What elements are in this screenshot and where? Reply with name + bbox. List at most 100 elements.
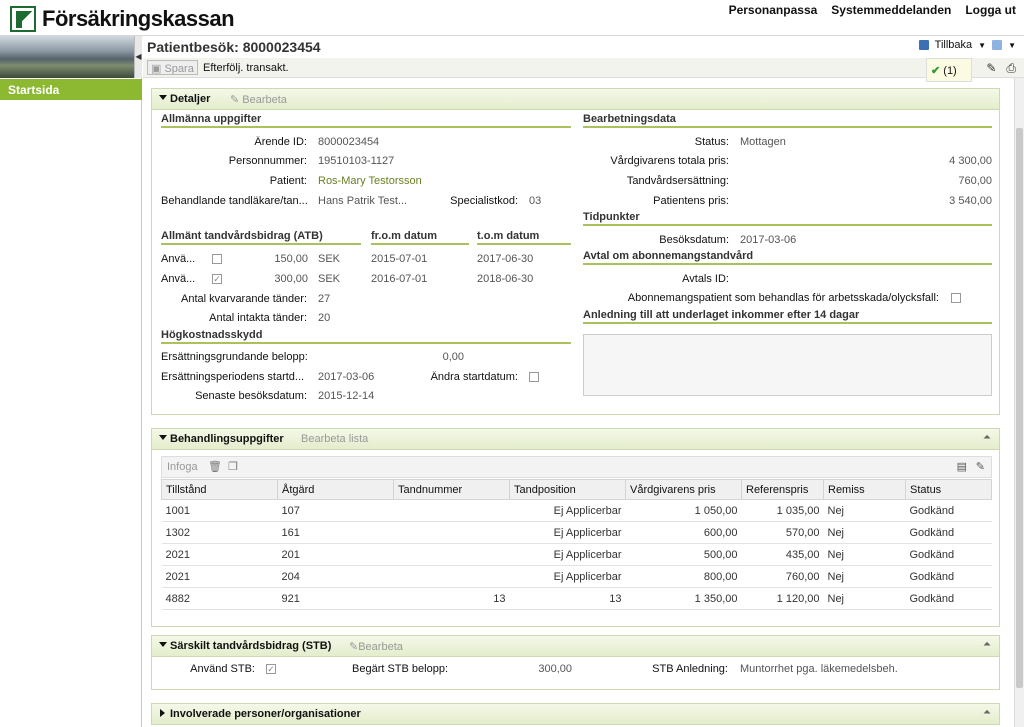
atb-row1-from: 2015-07-01 xyxy=(371,253,428,265)
landscape-banner xyxy=(0,36,134,78)
toolbar: ▣ Spara Efterfölj. transakt. ✔ (1) ✎ ⎙ xyxy=(143,58,1024,82)
patient-link[interactable]: Ros-Mary Testorsson xyxy=(318,175,422,187)
change-startdate-label: Ändra startdatum: xyxy=(430,371,518,383)
hks-start-value: 2017-03-06 xyxy=(318,371,375,383)
stb-title: Särskilt tandvårdsbidrag (STB) xyxy=(170,640,332,652)
delete-icon[interactable]: 🗑 xyxy=(208,460,222,473)
edit-label: Bearbeta xyxy=(358,641,403,653)
table-row[interactable]: 1302 161 Ej Applicerbar 600,00 570,00 Ne… xyxy=(161,521,992,544)
col-atgard[interactable]: Åtgärd xyxy=(277,479,394,500)
cell: Godkänd xyxy=(905,543,992,566)
scrollbar-thumb[interactable] xyxy=(1016,128,1023,688)
change-startdate-checkbox[interactable] xyxy=(529,372,539,382)
involved-panel-header[interactable]: Involverade personer/organisationer ⏶ xyxy=(152,704,999,725)
collapse-triangle-icon[interactable] xyxy=(159,435,167,440)
involved-title: Involverade personer/organisationer xyxy=(170,708,361,720)
table-header-row: Tillstånd Åtgärd Tandnummer Tandposition… xyxy=(161,479,992,500)
details-panel: Detaljer ✎ Bearbeta Allmänna uppgifter Ä… xyxy=(151,88,1000,415)
last-visit-value: 2015-12-14 xyxy=(318,390,375,402)
print-icon[interactable]: ⎙ xyxy=(1006,61,1016,76)
atb-row1-amount: 150,00 xyxy=(274,253,308,265)
tools-icon[interactable]: ✎ xyxy=(986,61,996,76)
back-button[interactable]: Tillbaka xyxy=(935,39,973,51)
atb-row2-currency: SEK xyxy=(318,273,341,285)
pnr-value: 19510103-1127 xyxy=(318,155,395,167)
cell: 570,00 xyxy=(741,521,824,544)
cell: 201 xyxy=(277,543,394,566)
forward-icon[interactable] xyxy=(992,40,1003,50)
atb-row2-from: 2016-07-01 xyxy=(371,273,428,285)
chevron-down-icon[interactable]: ▼ xyxy=(1008,41,1016,50)
table-row[interactable]: 2021 201 Ej Applicerbar 500,00 435,00 Ne… xyxy=(161,543,992,566)
col-status[interactable]: Status xyxy=(905,479,992,500)
spec-value: 03 xyxy=(529,195,542,207)
collapse-triangle-icon[interactable] xyxy=(159,95,167,100)
stb-panel-header[interactable]: Särskilt tandvårdsbidrag (STB) ✎Bearbeta… xyxy=(152,636,999,657)
late-reason-textarea[interactable] xyxy=(583,334,992,396)
atb-row1-currency: SEK xyxy=(318,253,341,265)
collapse-triangle-icon[interactable] xyxy=(159,642,167,647)
personanpassa-link[interactable]: Personanpassa xyxy=(729,3,818,17)
expand-triangle-icon[interactable] xyxy=(160,709,165,717)
pencil-icon: ✎ xyxy=(230,94,240,106)
compensation-value: 760,00 xyxy=(958,175,992,187)
cell: 500,00 xyxy=(625,543,742,566)
atb-row1-checkbox[interactable] xyxy=(212,254,222,264)
edit-list-button[interactable]: Bearbeta lista xyxy=(301,433,368,445)
cell xyxy=(393,543,510,566)
col-tillstand[interactable]: Tillstånd xyxy=(161,479,278,500)
settings-wrench-icon[interactable]: ✎ xyxy=(976,460,985,473)
save-button[interactable]: ▣ Spara xyxy=(147,60,198,75)
chevron-down-icon[interactable]: ▼ xyxy=(978,41,986,50)
vertical-scrollbar[interactable] xyxy=(1014,78,1024,727)
pnr-label: Personnummer: xyxy=(228,155,307,167)
export-icon[interactable]: ▤ xyxy=(957,460,967,473)
agreement-id-label: Avtals ID: xyxy=(682,273,729,285)
insert-button[interactable]: Infoga xyxy=(167,461,198,473)
col-referenspris[interactable]: Referenspris xyxy=(741,479,824,500)
pencil-icon: ✎ xyxy=(349,641,359,653)
remaining-teeth-label: Antal kvarvarande tänder: xyxy=(181,293,307,305)
spec-label: Specialistkod: xyxy=(450,195,518,207)
table-row[interactable]: 4882 921 13 13 1 350,00 1 120,00 Nej God… xyxy=(161,587,992,610)
collapse-sidebar-icon[interactable]: ◀ xyxy=(134,36,142,78)
toolbar-icons: ✎ ⎙ xyxy=(986,61,1016,76)
cell: 161 xyxy=(277,521,394,544)
copy-icon[interactable]: ❐ xyxy=(228,460,238,473)
use-stb-checkbox-checked[interactable]: ✓ xyxy=(266,664,276,674)
cell: 1 035,00 xyxy=(741,499,824,522)
collapse-up-icon[interactable]: ⏶ xyxy=(983,432,991,443)
hks-start-label: Ersättningsperiodens startd... xyxy=(161,371,305,383)
table-row[interactable]: 1001 107 Ej Applicerbar 1 050,00 1 035,0… xyxy=(161,499,992,522)
followup-transaction-button[interactable]: Efterfölj. transakt. xyxy=(203,62,289,74)
collapse-up-icon[interactable]: ⏶ xyxy=(983,707,991,718)
visit-date-label: Besöksdatum: xyxy=(659,234,729,246)
back-control[interactable]: Tillbaka ▼ ▼ xyxy=(918,39,1016,51)
systemmeddelanden-link[interactable]: Systemmeddelanden xyxy=(831,3,951,17)
stb-panel: Särskilt tandvårdsbidrag (STB) ✎Bearbeta… xyxy=(151,635,1000,690)
atb-row2-amount: 300,00 xyxy=(274,273,308,285)
cell: 1 350,00 xyxy=(625,587,742,610)
edit-stb-button[interactable]: ✎Bearbeta xyxy=(349,640,403,653)
cell xyxy=(393,499,510,522)
back-arrow-icon xyxy=(918,40,929,50)
table-row[interactable]: 2021 204 Ej Applicerbar 800,00 760,00 Ne… xyxy=(161,565,992,588)
details-panel-header[interactable]: Detaljer ✎ Bearbeta xyxy=(152,89,999,110)
subscription-patient-checkbox[interactable] xyxy=(951,293,961,303)
col-remiss[interactable]: Remiss xyxy=(823,479,906,500)
collapse-up-icon[interactable]: ⏶ xyxy=(983,639,991,650)
atb-row2-checkbox-checked[interactable]: ✓ xyxy=(212,274,222,284)
col-vardgivarens-pris[interactable]: Vårdgivarens pris xyxy=(625,479,742,500)
logout-link[interactable]: Logga ut xyxy=(965,3,1016,17)
col-tandnummer[interactable]: Tandnummer xyxy=(393,479,510,500)
edit-details-button[interactable]: ✎ Bearbeta xyxy=(230,93,287,106)
sidebar-item-startsida[interactable]: Startsida xyxy=(0,79,142,100)
treatment-panel-header[interactable]: Behandlingsuppgifter Bearbeta lista ⏶ xyxy=(152,429,999,450)
cell: Ej Applicerbar xyxy=(509,499,626,522)
cell: 13 xyxy=(393,587,510,610)
treatment-table: Tillstånd Åtgärd Tandnummer Tandposition… xyxy=(161,479,992,610)
status-value: Mottagen xyxy=(740,136,786,148)
col-tandposition[interactable]: Tandposition xyxy=(509,479,626,500)
stb-amount-label: Begärt STB belopp: xyxy=(352,663,449,675)
processing-heading: Bearbetningsdata xyxy=(583,113,992,128)
